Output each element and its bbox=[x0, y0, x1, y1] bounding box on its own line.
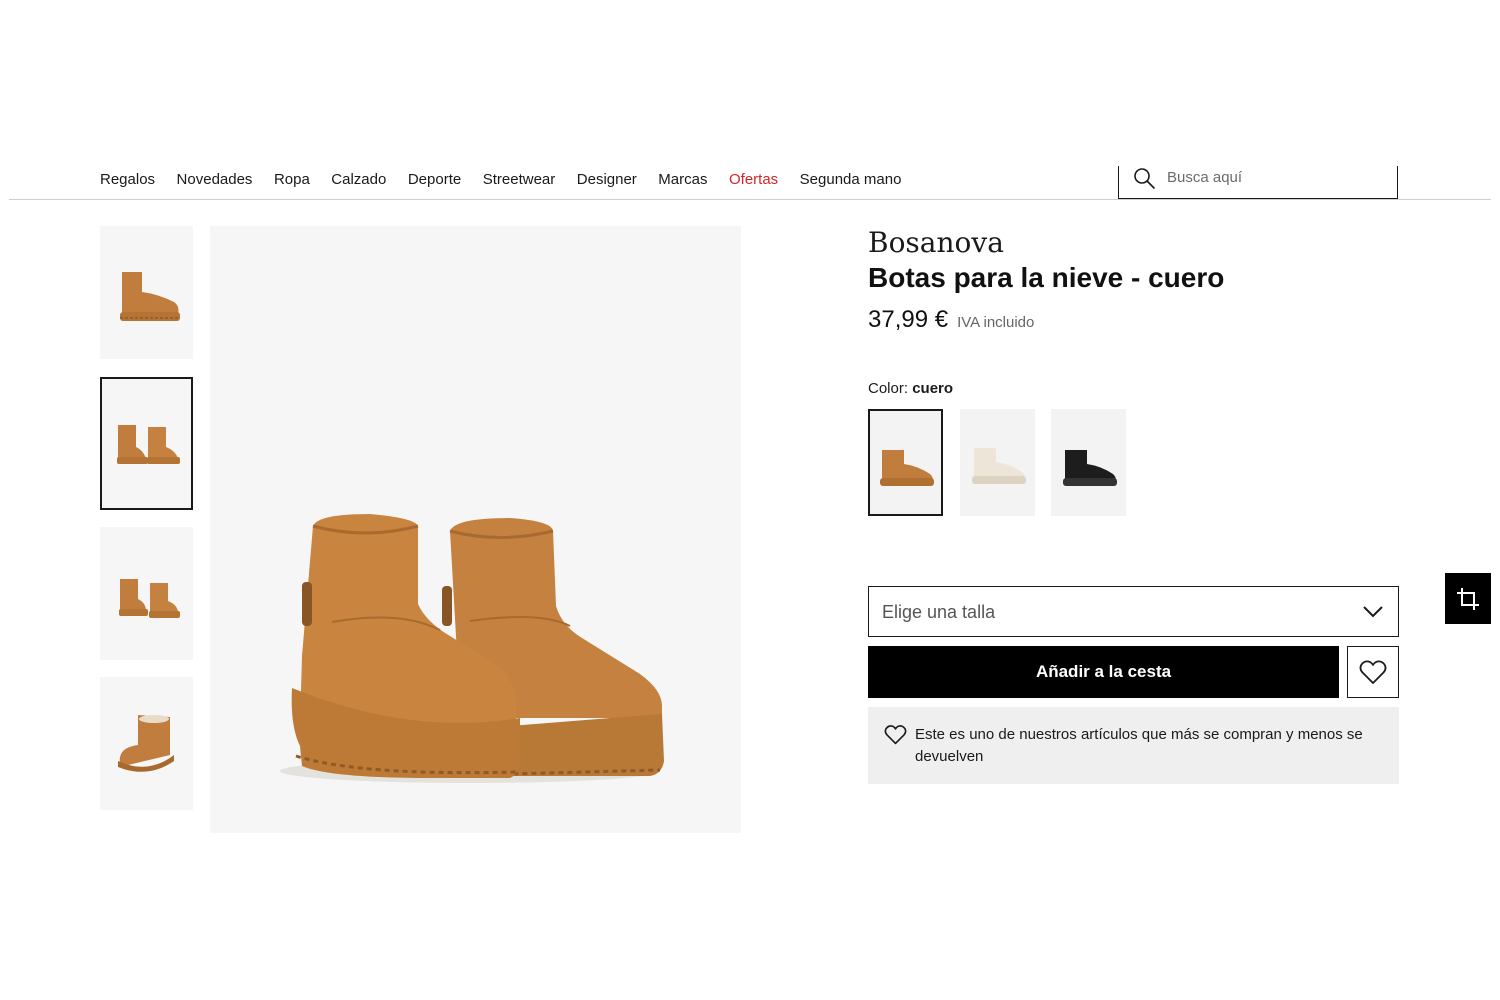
info-box: Este es uno de nuestros artículos que má… bbox=[868, 707, 1399, 784]
color-label-text: Color: bbox=[868, 380, 909, 397]
boot-beige-image bbox=[971, 447, 1026, 484]
nav-item-ofertas[interactable]: Ofertas bbox=[729, 171, 778, 188]
heart-outline-icon bbox=[884, 725, 907, 745]
product-title: Botas para la nieve - cuero bbox=[868, 262, 1225, 293]
nav-item-regalos[interactable]: Regalos bbox=[100, 171, 155, 188]
boots-back-image bbox=[118, 578, 180, 618]
chevron-down-icon bbox=[1363, 606, 1383, 618]
info-message: Este es uno de nuestros artículos que má… bbox=[915, 726, 1363, 765]
wishlist-button[interactable] bbox=[1347, 646, 1399, 698]
search-bar[interactable] bbox=[1118, 166, 1398, 199]
nav-item-streetwear[interactable]: Streetwear bbox=[483, 171, 556, 188]
thumbnail-4[interactable] bbox=[100, 677, 193, 810]
boot-negro-image bbox=[1062, 449, 1117, 486]
nav-item-segunda-mano[interactable]: Segunda mano bbox=[800, 171, 902, 188]
nav-item-novedades[interactable]: Novedades bbox=[177, 171, 253, 188]
nav-item-ropa[interactable]: Ropa bbox=[274, 171, 310, 188]
add-to-cart-button[interactable]: Añadir a la cesta bbox=[868, 646, 1339, 698]
boot-cuero-image bbox=[879, 449, 934, 486]
vat-note: IVA incluido bbox=[957, 314, 1035, 331]
size-placeholder: Elige una talla bbox=[882, 602, 996, 622]
boot-top-image bbox=[117, 714, 174, 772]
color-label: Color: cuero bbox=[868, 380, 953, 397]
brand-name[interactable]: Bosanova bbox=[868, 226, 1004, 259]
heart-icon bbox=[1359, 660, 1387, 684]
nav-divider bbox=[9, 199, 1491, 200]
size-select[interactable]: Elige una talla bbox=[868, 586, 1399, 637]
main-product-image[interactable] bbox=[210, 226, 741, 833]
boots-main-image bbox=[280, 514, 664, 783]
price-row: 37,99 € IVA incluido bbox=[868, 306, 1034, 334]
boots-pair-image bbox=[116, 424, 180, 464]
boot-side-image bbox=[119, 271, 180, 321]
nav-item-designer[interactable]: Designer bbox=[577, 171, 637, 188]
main-nav: Regalos Novedades Ropa Calzado Deporte S… bbox=[100, 166, 923, 192]
thumbnail-3[interactable] bbox=[100, 527, 193, 660]
thumbnail-2[interactable] bbox=[100, 377, 193, 510]
search-input[interactable] bbox=[1167, 166, 1387, 188]
color-swatch-negro[interactable] bbox=[1051, 409, 1126, 516]
color-swatch-cuero[interactable] bbox=[868, 409, 943, 516]
thumbnail-1[interactable] bbox=[100, 226, 193, 359]
search-icon[interactable] bbox=[1132, 166, 1156, 190]
price: 37,99 € bbox=[868, 306, 949, 333]
nav-item-deporte[interactable]: Deporte bbox=[408, 171, 461, 188]
color-swatch-beige[interactable] bbox=[960, 409, 1035, 516]
color-value: cuero bbox=[912, 380, 954, 397]
crop-tool-tab[interactable] bbox=[1445, 573, 1491, 624]
nav-item-marcas[interactable]: Marcas bbox=[658, 171, 707, 188]
nav-item-calzado[interactable]: Calzado bbox=[331, 171, 386, 188]
crop-icon bbox=[1457, 587, 1479, 610]
